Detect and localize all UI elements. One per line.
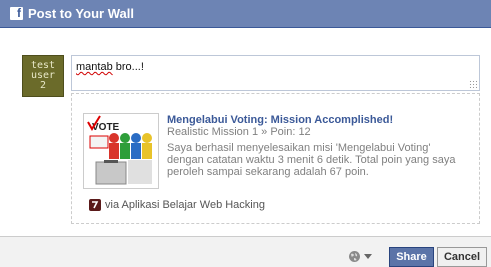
globe-icon	[349, 251, 360, 262]
vote-illustration-icon: VOTE	[84, 114, 158, 188]
share-button[interactable]: Share	[389, 247, 434, 267]
avatar[interactable]: test user 2	[22, 55, 64, 97]
dialog-title: Post to Your Wall	[28, 6, 134, 21]
via-app-link[interactable]: via Aplikasi Belajar Web Hacking	[105, 199, 265, 211]
misspelled-word[interactable]: mantab	[76, 61, 113, 73]
resize-grip-icon[interactable]	[469, 80, 477, 88]
attachment-description: Saya berhasil menyelesaikan misi 'Mengel…	[167, 142, 456, 178]
cancel-button[interactable]: Cancel	[437, 247, 487, 267]
attachment-thumbnail[interactable]: VOTE	[83, 113, 159, 189]
dialog-header: f Post to Your Wall	[0, 0, 491, 28]
app-icon	[89, 199, 101, 211]
attachment-subtitle: Realistic Mission 1 » Poin: 12	[167, 126, 311, 138]
facebook-logo-icon: f	[10, 7, 23, 20]
attachment-title-link[interactable]: Mengelabui Voting: Mission Accomplished!	[167, 114, 393, 126]
chevron-down-icon	[364, 253, 372, 259]
avatar-line-3: 2	[39, 80, 47, 91]
message-textarea[interactable]: mantab bro...!	[71, 55, 480, 91]
privacy-selector[interactable]	[348, 250, 372, 263]
message-text: bro...!	[112, 61, 144, 73]
